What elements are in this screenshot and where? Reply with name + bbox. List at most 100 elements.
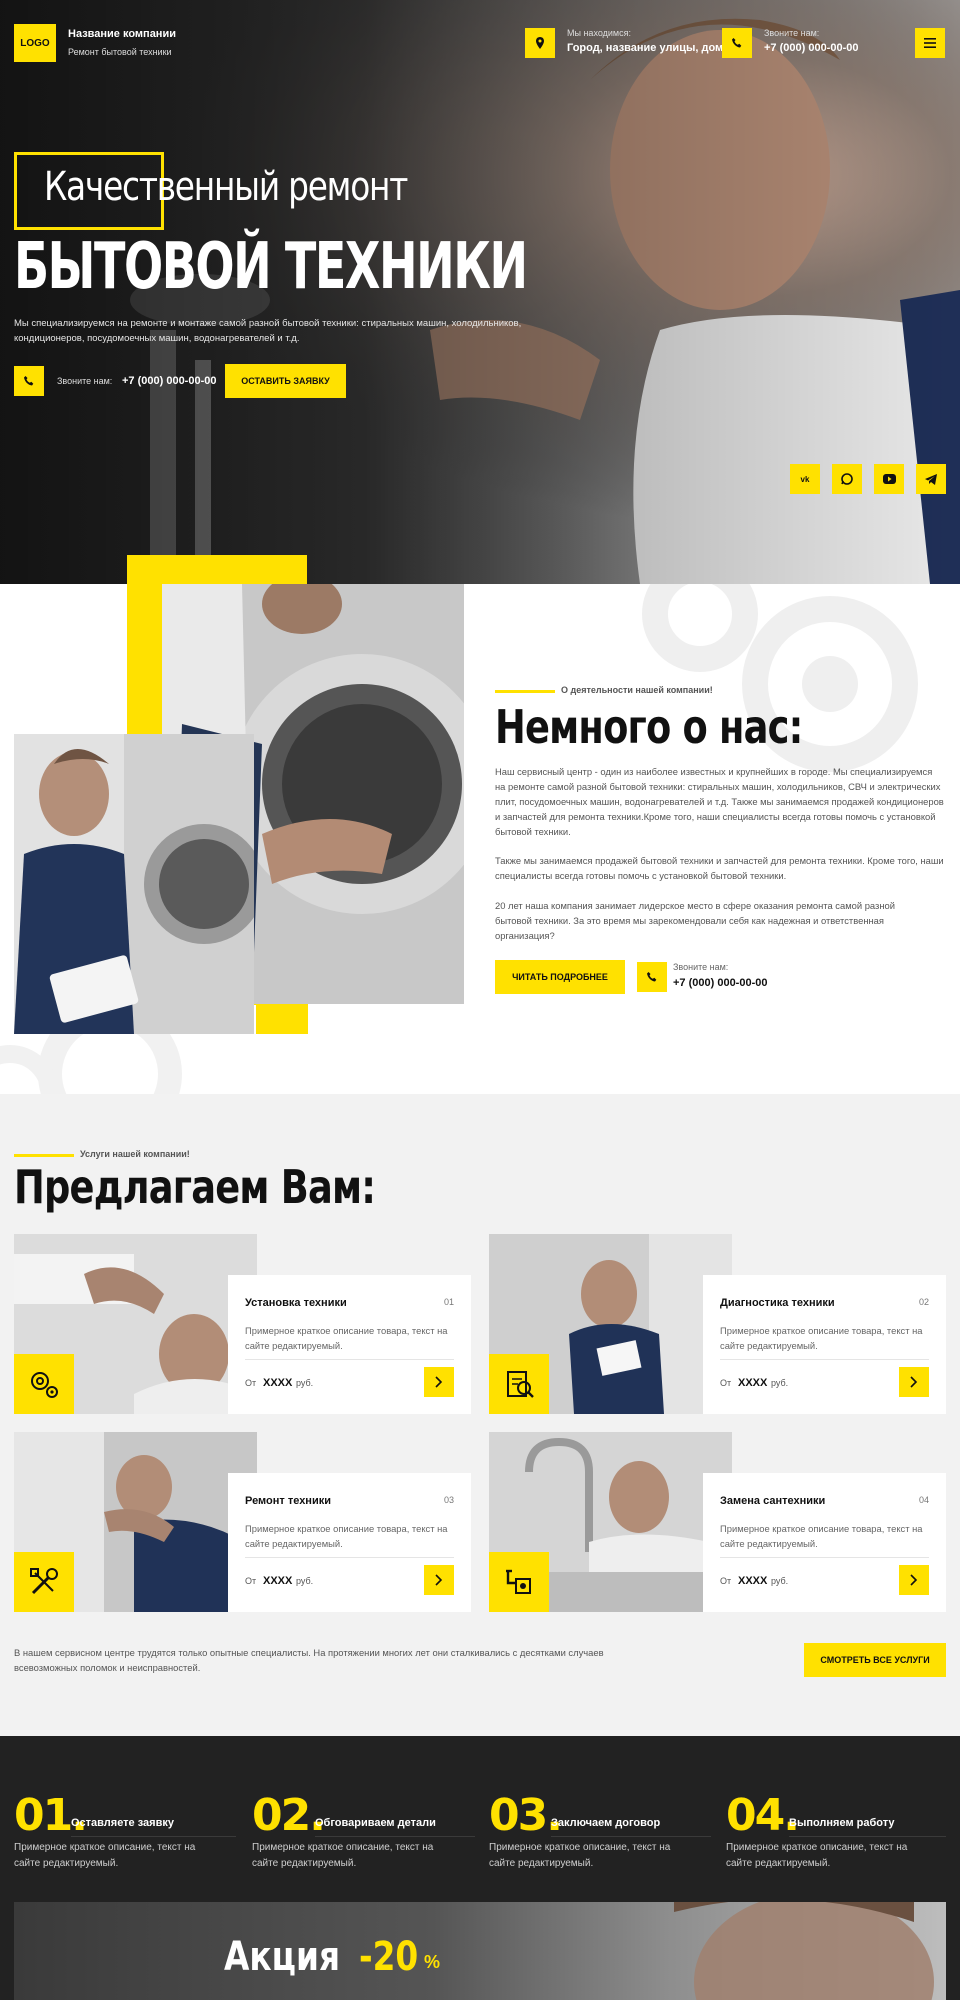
service-card[interactable] <box>489 1432 732 1612</box>
about-title: Немного о нас: <box>495 700 803 754</box>
price-from: От <box>245 1378 257 1388</box>
step-divider <box>789 1836 946 1837</box>
service-number: 02 <box>918 1297 929 1307</box>
address-value: Город, название улицы, дом <box>567 42 724 54</box>
read-more-button[interactable]: ЧИТАТЬ ПОДРОБНЕЕ <box>495 960 625 994</box>
divider <box>245 1359 454 1360</box>
service-description: Примерное краткое описание товара, текст… <box>720 1523 923 1549</box>
chevron-right-icon[interactable] <box>899 1565 929 1595</box>
service-card[interactable] <box>14 1432 257 1612</box>
whatsapp-icon[interactable] <box>832 464 862 494</box>
company-name: Название компании <box>68 28 176 40</box>
service-title: Ремонт техники <box>245 1495 331 1507</box>
price-currency: руб. <box>296 1576 314 1586</box>
all-services-button[interactable]: СМОТРЕТЬ ВСЕ УСЛУГИ <box>804 1643 946 1677</box>
service-description: Примерное краткое описание товара, текст… <box>245 1523 448 1549</box>
service-number: 03 <box>443 1495 454 1505</box>
step-description: Примерное краткое описание, текст на сай… <box>252 1842 434 1869</box>
chevron-right-icon[interactable] <box>424 1565 454 1595</box>
step-divider <box>315 1836 475 1837</box>
service-info: Диагностика техники 02 Примерное краткое… <box>703 1275 946 1414</box>
service-info: Ремонт техники 03 Примерное краткое опис… <box>228 1473 471 1612</box>
step-divider <box>71 1836 236 1837</box>
gears-icon <box>14 1354 74 1414</box>
services-note: В нашем сервисном центре трудятся только… <box>14 1647 604 1673</box>
hero-title-line2: БЫТОВОЙ ТЕХНИКИ <box>14 230 528 304</box>
service-description: Примерное краткое описание товара, текст… <box>245 1325 448 1351</box>
price-from: От <box>720 1576 732 1586</box>
services-kicker-line <box>14 1154 74 1157</box>
logo[interactable]: LOGO <box>14 24 56 62</box>
about-kicker: О деятельности нашей компании! <box>561 685 713 695</box>
promo-label: Акция <box>224 1934 341 1980</box>
chevron-right-icon[interactable] <box>424 1367 454 1397</box>
service-title: Замена сантехники <box>720 1495 826 1507</box>
step-number: 03. <box>489 1790 563 1841</box>
step-title: Выполняем работу <box>789 1817 895 1829</box>
services-title: Предлагаем Вам: <box>14 1160 376 1214</box>
service-info: Установка техники 01 Примерное краткое о… <box>228 1275 471 1414</box>
address-label: Мы находимся: <box>567 28 631 38</box>
about-photo-second <box>14 734 254 1034</box>
menu-hamburger-icon[interactable] <box>915 28 945 58</box>
hero-title-line1: Качественный ремонт <box>44 164 408 210</box>
price-from: От <box>245 1576 257 1586</box>
service-description: Примерное краткое описание товара, текст… <box>720 1325 923 1351</box>
hero-description: Мы специализируемся на ремонте и монтаже… <box>14 318 522 344</box>
company-sub: Ремонт бытовой техники <box>68 47 172 57</box>
tools-icon <box>14 1552 74 1612</box>
step-number: 01. <box>14 1790 88 1841</box>
header-phone[interactable]: +7 (000) 000-00-00 <box>764 42 858 54</box>
promo-banner[interactable]: Акция -20 % <box>14 1902 946 2000</box>
step-title: Заключаем договор <box>551 1817 661 1829</box>
step-divider <box>551 1836 711 1837</box>
price-from: От <box>720 1378 732 1388</box>
divider <box>720 1557 929 1558</box>
promo-photo <box>674 1902 934 2000</box>
clipboard-search-icon <box>489 1354 549 1414</box>
service-title: Установка техники <box>245 1297 347 1309</box>
price-value: XXXX <box>263 1575 293 1587</box>
hero-section: LOGO Название компании Ремонт бытовой те… <box>0 0 960 584</box>
step-description: Примерное краткое описание, текст на сай… <box>726 1842 908 1869</box>
service-number: 04 <box>918 1495 929 1505</box>
header-phone-label: Звоните нам: <box>764 28 820 38</box>
youtube-icon[interactable] <box>874 464 904 494</box>
hero-call-label: Звоните нам: <box>57 376 113 386</box>
price-currency: руб. <box>296 1378 314 1388</box>
service-card[interactable] <box>14 1234 257 1414</box>
about-paragraph-1: Наш сервисный центр - один из наиболее и… <box>495 766 944 837</box>
price-currency: руб. <box>771 1576 789 1586</box>
promo-percent: % <box>424 1952 441 1972</box>
vk-icon[interactable]: vk <box>790 464 820 494</box>
price-value: XXXX <box>738 1575 768 1587</box>
about-phone-icon <box>637 962 667 992</box>
hero-call-phone[interactable]: +7 (000) 000-00-00 <box>122 375 216 387</box>
services-kicker: Услуги нашей компании! <box>80 1149 190 1159</box>
hero-request-button[interactable]: ОСТАВИТЬ ЗАЯВКУ <box>225 364 346 398</box>
hero-phone-icon <box>14 366 44 396</box>
promo-discount: -20 <box>359 1934 419 1980</box>
step-description: Примерное краткое описание, текст на сай… <box>14 1842 196 1869</box>
divider <box>245 1557 454 1558</box>
service-number: 01 <box>443 1297 454 1307</box>
phone-icon <box>722 28 752 58</box>
service-info: Замена сантехники 04 Примерное краткое о… <box>703 1473 946 1612</box>
price-value: XXXX <box>263 1377 293 1389</box>
step-title: Оставляете заявку <box>71 1817 174 1829</box>
price-value: XXXX <box>738 1377 768 1389</box>
divider <box>720 1359 929 1360</box>
plumbing-icon <box>489 1552 549 1612</box>
price-currency: руб. <box>771 1378 789 1388</box>
chevron-right-icon[interactable] <box>899 1367 929 1397</box>
location-pin-icon <box>525 28 555 58</box>
about-call-phone[interactable]: +7 (000) 000-00-00 <box>673 977 767 989</box>
step-number: 02. <box>252 1790 326 1841</box>
service-title: Диагностика техники <box>720 1297 835 1309</box>
telegram-icon[interactable] <box>916 464 946 494</box>
step-description: Примерное краткое описание, текст на сай… <box>489 1842 671 1869</box>
step-number: 04. <box>726 1790 800 1841</box>
about-kicker-line <box>495 690 555 693</box>
step-title: Обговариваем детали <box>315 1817 436 1829</box>
service-card[interactable] <box>489 1234 732 1414</box>
